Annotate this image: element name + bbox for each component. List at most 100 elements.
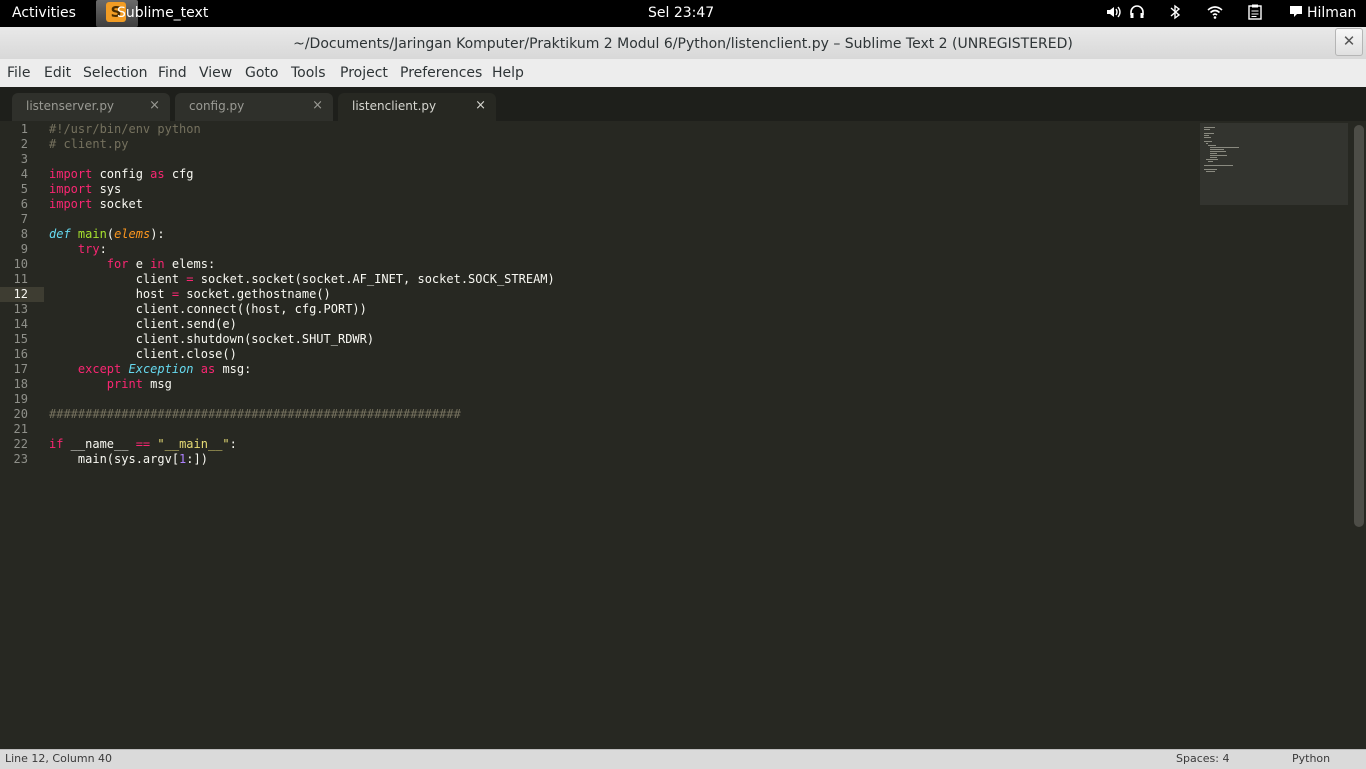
- line-number: 17: [13, 362, 28, 376]
- minimap-line: [1204, 129, 1210, 130]
- vertical-scrollbar[interactable]: [1352, 121, 1366, 749]
- code-line[interactable]: client.shutdown(socket.SHUT_RDWR): [49, 332, 555, 347]
- code-line[interactable]: import sys: [49, 182, 555, 197]
- code-line[interactable]: except Exception as msg:: [49, 362, 555, 377]
- clock[interactable]: Sel 23:47: [648, 5, 714, 21]
- menu-project[interactable]: Project: [340, 65, 388, 81]
- code-line[interactable]: main(sys.argv[1:]): [49, 452, 555, 467]
- indentation-setting[interactable]: Spaces: 4: [1176, 752, 1229, 765]
- menu-tools[interactable]: Tools: [291, 65, 326, 81]
- minimap-line: [1210, 153, 1217, 154]
- code-line[interactable]: print msg: [49, 377, 555, 392]
- code-area[interactable]: #!/usr/bin/env python # client.py import …: [49, 122, 555, 467]
- tab-config[interactable]: config.py ×: [175, 93, 333, 121]
- minimap-line: [1204, 165, 1233, 166]
- line-number: 18: [13, 377, 28, 391]
- minimap-line: [1210, 157, 1217, 158]
- user-name[interactable]: Hilman: [1307, 5, 1356, 21]
- code-line[interactable]: client.send(e): [49, 317, 555, 332]
- minimap-line: [1208, 161, 1213, 162]
- line-number: 20: [13, 407, 28, 421]
- minimap-line: [1208, 145, 1216, 146]
- minimap[interactable]: [1200, 123, 1348, 205]
- tab-label: listenserver.py: [26, 99, 115, 113]
- code-line[interactable]: for e in elems:: [49, 257, 555, 272]
- line-number: 9: [20, 242, 28, 256]
- code-line[interactable]: [49, 152, 555, 167]
- scrollbar-thumb[interactable]: [1354, 125, 1364, 527]
- line-number: 23: [13, 452, 28, 466]
- code-line[interactable]: client.close(): [49, 347, 555, 362]
- line-number: 6: [20, 197, 28, 211]
- code-line[interactable]: def main(elems):: [49, 227, 555, 242]
- tab-bar: listenserver.py × config.py × listenclie…: [0, 87, 1366, 121]
- line-number: 3: [20, 152, 28, 166]
- minimap-line: [1204, 127, 1215, 128]
- line-number: 2: [20, 137, 28, 151]
- line-number: 10: [13, 257, 28, 271]
- menu-file[interactable]: File: [7, 65, 30, 81]
- minimap-line: [1210, 151, 1226, 152]
- minimap-line: [1204, 137, 1211, 138]
- code-line[interactable]: #!/usr/bin/env python: [49, 122, 555, 137]
- line-number: 19: [13, 392, 28, 406]
- activities-button[interactable]: Activities: [12, 5, 76, 21]
- code-line[interactable]: if __name__ == "__main__":: [49, 437, 555, 452]
- minimap-line: [1204, 141, 1212, 142]
- tab-listenserver[interactable]: listenserver.py ×: [12, 93, 170, 121]
- line-number: 4: [20, 167, 28, 181]
- syntax-setting[interactable]: Python: [1292, 752, 1330, 765]
- menu-selection[interactable]: Selection: [83, 65, 148, 81]
- tab-label: listenclient.py: [352, 99, 437, 113]
- line-number: 7: [20, 212, 28, 226]
- tab-close-icon[interactable]: ×: [312, 98, 323, 113]
- code-line[interactable]: import config as cfg: [49, 167, 555, 182]
- line-number: 16: [13, 347, 28, 361]
- minimap-line: [1210, 149, 1224, 150]
- window-title-bar: ~/Documents/Jaringan Komputer/Praktikum …: [0, 27, 1366, 59]
- line-number: 13: [13, 302, 28, 316]
- minimap-line: [1210, 147, 1239, 148]
- code-line[interactable]: host = socket.gethostname(): [49, 287, 555, 302]
- line-number-gutter: 1 2 3 4 5 6 7 8 9 10 11 12 13 14 15 16 17 18 19 20 21 22 23: [0, 122, 44, 467]
- code-line[interactable]: # client.py: [49, 137, 555, 152]
- app-menu-label[interactable]: Sublime_text: [117, 5, 208, 21]
- line-number: 11: [13, 272, 28, 286]
- code-line[interactable]: [49, 422, 555, 437]
- window-title: ~/Documents/Jaringan Komputer/Praktikum …: [293, 36, 1073, 52]
- tab-label: config.py: [189, 99, 245, 113]
- tab-close-icon[interactable]: ×: [149, 98, 160, 113]
- status-bar: Line 12, Column 40 Spaces: 4 Python: [0, 749, 1366, 769]
- minimap-line: [1204, 169, 1217, 170]
- menu-preferences[interactable]: Preferences: [400, 65, 482, 81]
- system-top-bar: Activities S Sublime_text Sel 23:47 Hilm…: [0, 0, 1366, 27]
- menu-help[interactable]: Help: [492, 65, 524, 81]
- headphones-icon[interactable]: [1129, 4, 1145, 24]
- menu-view[interactable]: View: [199, 65, 232, 81]
- user-icon[interactable]: [1289, 4, 1303, 22]
- code-line[interactable]: client.connect((host, cfg.PORT)): [49, 302, 555, 317]
- code-line[interactable]: try:: [49, 242, 555, 257]
- menu-bar: File Edit Selection Find View Goto Tools…: [0, 59, 1366, 88]
- bluetooth-icon[interactable]: [1169, 4, 1181, 24]
- code-line[interactable]: [49, 392, 555, 407]
- menu-find[interactable]: Find: [158, 65, 187, 81]
- menu-goto[interactable]: Goto: [245, 65, 278, 81]
- minimap-line: [1206, 143, 1208, 144]
- menu-edit[interactable]: Edit: [44, 65, 71, 81]
- tab-listenclient[interactable]: listenclient.py ×: [338, 93, 496, 121]
- code-editor[interactable]: 1 2 3 4 5 6 7 8 9 10 11 12 13 14 15 16 17 18 19 20 21 22 23 #!…: [0, 121, 1352, 749]
- wifi-icon[interactable]: [1207, 4, 1223, 24]
- minimap-line: [1210, 155, 1227, 156]
- code-line[interactable]: ########################################…: [49, 407, 555, 422]
- code-line[interactable]: [49, 212, 555, 227]
- clipboard-icon[interactable]: [1248, 4, 1262, 24]
- window-close-button[interactable]: ✕: [1335, 28, 1363, 56]
- code-line[interactable]: client = socket.socket(socket.AF_INET, s…: [49, 272, 555, 287]
- line-number: 1: [20, 122, 28, 136]
- tab-close-icon[interactable]: ×: [475, 98, 486, 113]
- code-line[interactable]: import socket: [49, 197, 555, 212]
- minimap-line: [1204, 133, 1214, 134]
- volume-icon[interactable]: [1106, 4, 1122, 24]
- line-number: 21: [13, 422, 28, 436]
